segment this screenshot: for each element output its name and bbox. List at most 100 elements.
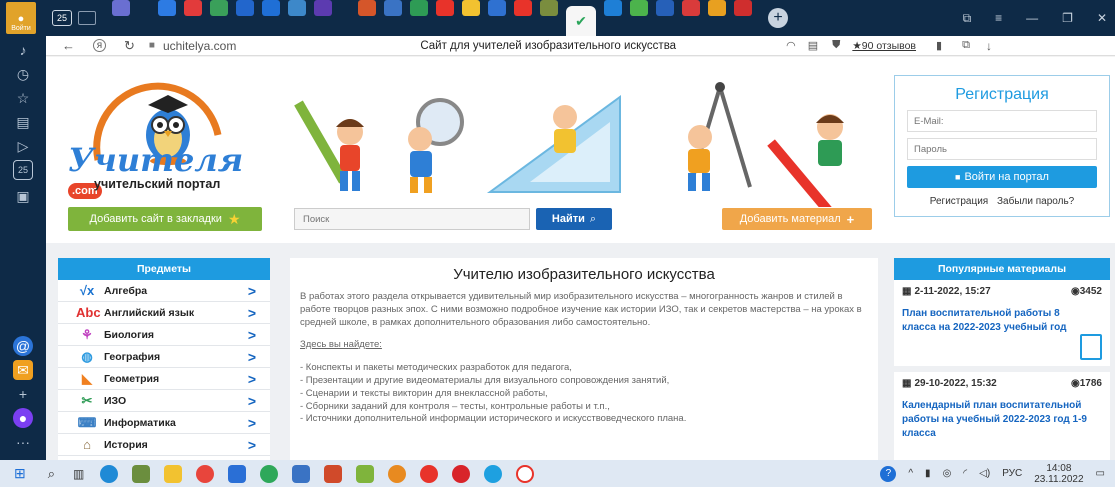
edge-icon[interactable] <box>100 464 119 483</box>
headphones-icon[interactable]: ◠ <box>786 39 796 52</box>
popular-item[interactable]: ▦ 29-10-2022, 15:32 ◉ 1786 Календарный п… <box>894 372 1110 447</box>
tab-favicon[interactable] <box>514 0 532 16</box>
tab-favicon[interactable] <box>384 0 402 16</box>
search-icon[interactable]: ⌕ <box>48 466 55 482</box>
subject-geometry[interactable]: ◣ Геометрия > <box>58 368 270 390</box>
tab-favicon[interactable] <box>488 0 506 16</box>
telegram-icon[interactable] <box>228 464 247 483</box>
language-indicator[interactable]: РУС <box>1002 468 1022 479</box>
usb-icon[interactable]: ▮ <box>925 468 931 479</box>
bell-icon[interactable]: ♪ <box>13 40 33 60</box>
reviews-link[interactable]: ★90 отзывов <box>852 40 916 52</box>
tab-favicon[interactable] <box>630 0 648 16</box>
whatsapp-icon[interactable] <box>260 464 279 483</box>
tab-favicon[interactable] <box>462 0 480 16</box>
network-icon[interactable]: ◎ <box>943 468 952 479</box>
chrome-icon[interactable] <box>196 464 215 483</box>
forgot-password-link[interactable]: Забыли пароль? <box>997 196 1074 207</box>
calendar-icon[interactable]: 25 <box>13 160 33 180</box>
alice-icon[interactable]: ● <box>13 408 33 428</box>
skype-icon[interactable] <box>484 464 503 483</box>
tab-favicon[interactable] <box>410 0 428 16</box>
more-icon[interactable]: ··· <box>13 432 33 452</box>
tab-favicon[interactable] <box>210 0 228 16</box>
collections-icon[interactable]: ⧉ <box>963 11 972 26</box>
reload-icon[interactable]: ↻ <box>124 38 135 54</box>
task-view-icon[interactable]: ▥ <box>73 467 84 481</box>
subject-biology[interactable]: ⚘ Биология > <box>58 324 270 346</box>
play-icon[interactable]: ▷ <box>13 136 33 156</box>
yandex-icon[interactable]: я <box>93 39 106 52</box>
yandex-browser-icon[interactable] <box>420 464 439 483</box>
close-icon[interactable]: ✕ <box>1097 11 1107 26</box>
envelope-icon[interactable]: ✉ <box>13 360 33 380</box>
subject-art[interactable]: ✂ ИЗО > <box>58 390 270 412</box>
new-tab-button[interactable]: + <box>768 8 788 28</box>
restore-icon[interactable]: ❐ <box>1062 11 1073 26</box>
app-icon[interactable] <box>132 464 151 483</box>
star-icon[interactable]: ☆ <box>13 88 33 108</box>
tab-favicon[interactable] <box>314 0 332 16</box>
tab-favicon[interactable] <box>262 0 280 16</box>
bookmark-icon[interactable]: ▮ <box>936 39 942 52</box>
photos-icon[interactable] <box>356 464 375 483</box>
yandex-icon[interactable] <box>516 464 535 483</box>
tab-favicon[interactable] <box>682 0 700 16</box>
tab-favicon[interactable] <box>604 0 622 16</box>
tab-favicon[interactable] <box>112 0 130 16</box>
file-explorer-icon[interactable] <box>164 464 183 483</box>
password-field[interactable] <box>907 138 1097 160</box>
popular-item[interactable]: ▦ 2-11-2022, 15:27 ◉ 3452 План воспитате… <box>894 280 1110 372</box>
url-text[interactable]: uchitelya.com <box>163 39 236 53</box>
protect-icon[interactable]: ⛊ <box>832 39 840 52</box>
lock-icon[interactable]: ▣ <box>13 186 33 206</box>
tab-favicon[interactable] <box>540 0 558 16</box>
download-icon[interactable]: ↓ <box>986 39 992 53</box>
subject-algebra[interactable]: √x Алгебра > <box>58 280 270 302</box>
login-portal-button[interactable]: ■ Войти на портал <box>907 166 1097 188</box>
search-button[interactable]: Найти ⌕ <box>536 208 612 230</box>
tab-favicon[interactable] <box>236 0 254 16</box>
help-icon[interactable]: ? <box>880 465 897 482</box>
clock[interactable]: 14:08 23.11.2022 <box>1034 463 1083 485</box>
email-field[interactable] <box>907 110 1097 132</box>
subject-history[interactable]: ⌂ История > <box>58 434 270 456</box>
tab-favicon[interactable] <box>158 0 176 16</box>
search-input[interactable] <box>294 208 530 230</box>
notification-icon[interactable]: ▭ <box>1096 468 1105 479</box>
tab-favicon[interactable] <box>358 0 376 16</box>
tab-manager-icon[interactable] <box>78 11 96 25</box>
bookmark-site-button[interactable]: Добавить сайт в закладки ★ <box>68 207 262 231</box>
tab-favicon[interactable] <box>288 0 306 16</box>
add-material-button[interactable]: Добавить материал + <box>722 208 872 230</box>
register-link[interactable]: Регистрация <box>930 196 988 207</box>
add-icon[interactable]: + <box>13 384 33 404</box>
popular-title[interactable]: План воспитательной работы 8 класса на 2… <box>902 307 1102 335</box>
back-icon[interactable]: ← <box>62 38 75 53</box>
menu-icon[interactable]: ≡ <box>995 11 1002 26</box>
notes-icon[interactable]: ▤ <box>13 112 33 132</box>
store-icon[interactable] <box>292 464 311 483</box>
reader-icon[interactable]: ▤ <box>808 39 818 52</box>
subject-informatics[interactable]: ⌨ Информатика > <box>58 412 270 434</box>
tab-favicon[interactable] <box>708 0 726 16</box>
active-tab[interactable]: ✔ <box>566 6 596 36</box>
volume-icon[interactable]: ◁) <box>979 468 990 479</box>
subject-geography[interactable]: ◍ География > <box>58 346 270 368</box>
chevron-up-icon[interactable]: ^ <box>908 468 913 479</box>
popular-title[interactable]: Календарный план воспитательной работы н… <box>902 399 1102 441</box>
tab-favicon[interactable] <box>734 0 752 16</box>
subject-english[interactable]: Abc Английский язык > <box>58 302 270 324</box>
history-icon[interactable]: ◷ <box>13 64 33 84</box>
tab-favicon[interactable] <box>184 0 202 16</box>
app-icon[interactable] <box>324 464 343 483</box>
blender-icon[interactable] <box>388 464 407 483</box>
wifi-icon[interactable]: ◜ <box>963 468 967 479</box>
login-button[interactable]: ● Войти <box>6 2 36 34</box>
opera-icon[interactable] <box>452 464 471 483</box>
tab-counter-badge[interactable]: 25 <box>52 10 72 26</box>
share-icon[interactable]: ⧉ <box>962 39 970 52</box>
tab-favicon[interactable] <box>656 0 674 16</box>
tab-favicon[interactable] <box>436 0 454 16</box>
mail-app-icon[interactable]: @ <box>13 336 33 356</box>
